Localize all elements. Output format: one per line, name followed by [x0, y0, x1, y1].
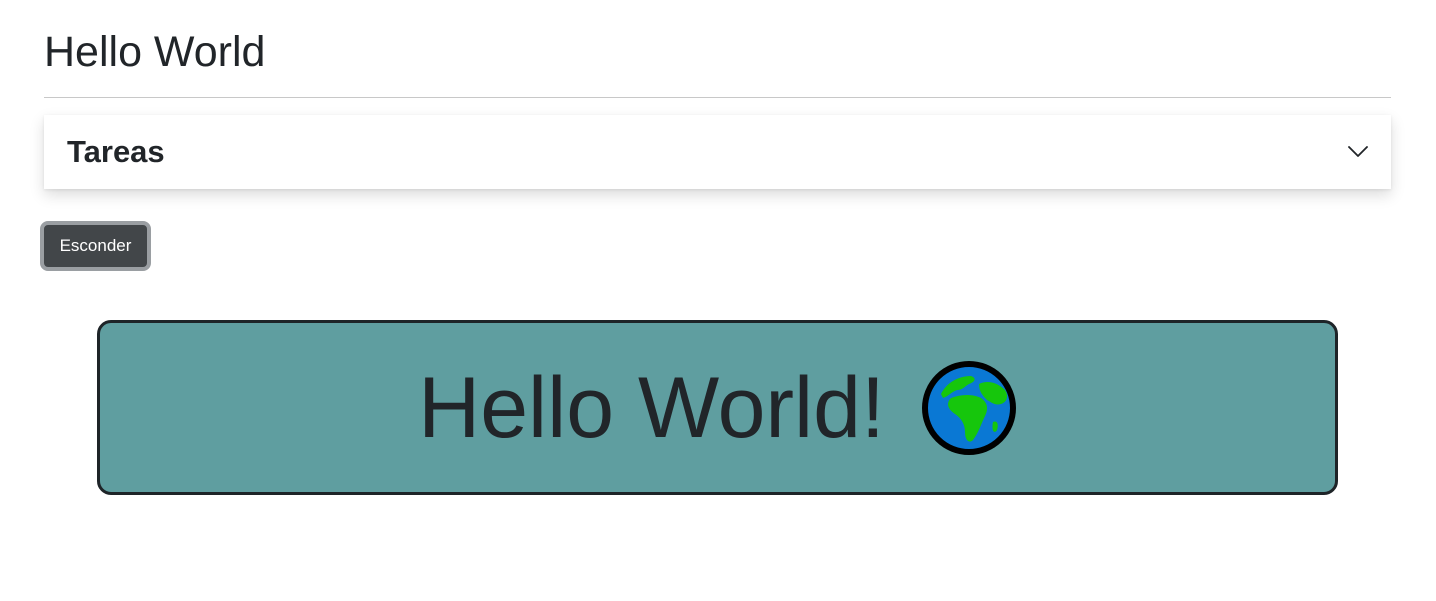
hello-world-banner: Hello World!	[97, 320, 1338, 495]
accordion-title: Tareas	[67, 134, 165, 169]
hide-button[interactable]: Esconder	[40, 221, 151, 271]
globe-africa-icon	[921, 360, 1016, 455]
page-title: Hello World	[44, 28, 266, 76]
page: Hello World Tareas Esconder Hello World!	[0, 0, 1436, 601]
banner-message: Hello World!	[418, 359, 885, 456]
chevron-down-icon[interactable]	[1347, 141, 1369, 163]
tasks-accordion-header[interactable]: Tareas	[44, 115, 1391, 189]
header-divider	[44, 97, 1391, 98]
